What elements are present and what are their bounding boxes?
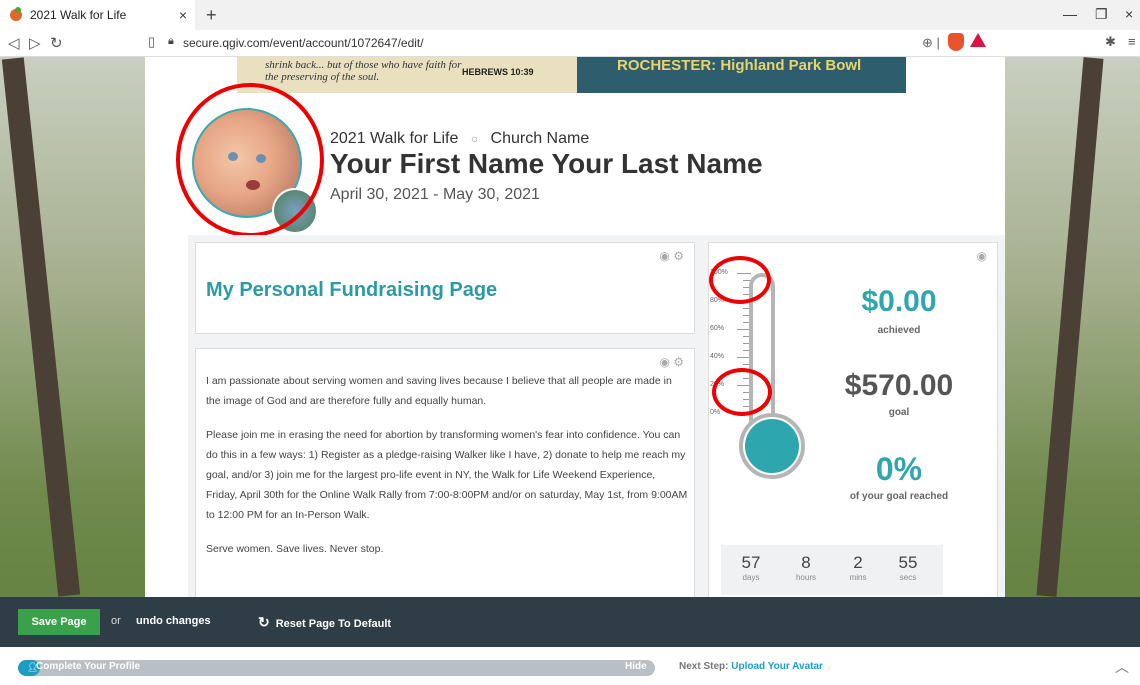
event-name: 2021 Walk for Life (330, 130, 459, 147)
thermometer-fill (745, 419, 799, 473)
percent-label: of your goal reached (849, 491, 949, 502)
goal-label: goal (888, 407, 910, 418)
church-name: Church Name (490, 130, 590, 147)
separator-icon: ○ (470, 132, 479, 146)
reset-page-button[interactable]: ↻ Reset Page To Default (258, 614, 391, 631)
thermometer-tick-label: 60% (710, 325, 725, 332)
countdown-value: 57 (741, 553, 761, 572)
next-step-prefix: Next Step: (679, 661, 729, 672)
countdown: 57 days 8 hours 2 mins 55 secs (721, 545, 943, 595)
browser-tab-bar: 2021 Walk for Life × + — ❐ × (0, 0, 1140, 30)
countdown-secs: 55 secs (888, 553, 928, 582)
banner-verse-text: shrink back... but of those who have fai… (265, 59, 462, 83)
eye-icon[interactable]: ◉ (659, 355, 669, 369)
percent-reached: 0% (875, 451, 923, 487)
highlight-circle (176, 83, 324, 237)
banner-location-text: ROCHESTER: Highland Park Bowl (617, 57, 862, 74)
highlight-circle (709, 256, 771, 304)
story-paragraph: I am passionate about serving women and … (206, 375, 672, 407)
tab-title: 2021 Walk for Life (30, 8, 127, 22)
fundraising-page: shrink back... but of those who have fai… (145, 57, 1005, 685)
countdown-hours: 8 hours (786, 553, 826, 582)
countdown-value: 55 (898, 553, 918, 572)
complete-profile-label[interactable]: Complete Your Profile (36, 661, 140, 672)
content-area: ◉ ⚙ My Personal Fundraising Page ◉ ⚙ I a… (188, 235, 1005, 615)
chevron-up-icon[interactable]: ︿ (1115, 657, 1129, 677)
brave-icon[interactable] (948, 33, 964, 51)
banner-verse: shrink back... but of those who have fai… (237, 57, 577, 93)
reload-icon[interactable]: ↻ (50, 34, 63, 52)
back-icon[interactable]: ◁ (8, 34, 20, 52)
hide-button[interactable]: Hide (625, 661, 647, 672)
profile-progress-bar: 👤︎ Complete Your Profile Hide Next Step:… (0, 647, 1140, 685)
gear-icon[interactable]: ⚙ (673, 249, 684, 263)
story-paragraph: Serve women. Save lives. Never stop. (206, 543, 384, 555)
countdown-unit: secs (899, 573, 917, 582)
or-label: or (111, 615, 121, 627)
save-button[interactable]: Save Page (18, 609, 100, 635)
bat-icon[interactable] (970, 33, 986, 47)
countdown-unit: mins (849, 573, 867, 582)
title-card: ◉ ⚙ My Personal Fundraising Page (195, 242, 695, 334)
upload-avatar-link[interactable]: Upload Your Avatar (731, 661, 823, 672)
event-dates: April 30, 2021 - May 30, 2021 (330, 186, 540, 203)
eye-icon[interactable]: ◉ (977, 249, 987, 263)
extensions-icon[interactable]: ✱ (1105, 34, 1116, 50)
lock-icon: 🔒︎ (168, 35, 174, 47)
countdown-unit: days (742, 573, 760, 582)
browser-tab[interactable]: 2021 Walk for Life × (0, 0, 195, 30)
goal-amount: $570.00 (844, 369, 954, 402)
fundraising-heading: My Personal Fundraising Page (206, 279, 498, 301)
card-tools: ◉ ⚙ (659, 249, 684, 263)
next-step: Next Step: Upload Your Avatar (679, 661, 823, 672)
url-field[interactable]: secure.qgiv.com/event/account/1072647/ed… (183, 36, 424, 50)
countdown-value: 2 (853, 553, 863, 572)
goal-card: ◉ 100% 80% 60% 40% 20% 0% $0.00 achieved $570… (708, 242, 998, 615)
thermometer-tick-label: 0% (710, 409, 721, 416)
forward-icon[interactable]: ▷ (29, 34, 41, 52)
countdown-mins: 2 mins (838, 553, 878, 582)
background-tree (1036, 57, 1104, 597)
reset-label: Reset Page To Default (275, 618, 392, 630)
menu-icon[interactable]: ≡ (1128, 34, 1136, 49)
achieved-label: achieved (877, 325, 921, 336)
background-tree (1, 57, 81, 597)
edit-toolbar: Save Page or undo changes ↻ Reset Page To… (0, 597, 1140, 647)
countdown-days: 57 days (731, 553, 771, 582)
undo-changes-link[interactable]: undo changes (136, 615, 211, 627)
restore-icon[interactable]: ❐ (1095, 6, 1108, 23)
countdown-unit: hours (795, 573, 816, 582)
plus-icon[interactable]: + (206, 5, 217, 26)
banner-verse-reference: HEBREWS 10:39 (462, 67, 534, 77)
gear-icon[interactable]: ⚙ (673, 355, 684, 369)
close-icon[interactable]: × (179, 7, 187, 23)
card-tools: ◉ ⚙ (659, 355, 684, 369)
page-title: Your First Name Your Last Name (330, 148, 763, 179)
reset-icon: ↻ (258, 614, 270, 630)
eye-icon[interactable]: ◉ (659, 249, 669, 263)
event-line: 2021 Walk for Life ○ Church Name (330, 130, 589, 148)
story-card: ◉ ⚙ I am passionate about serving women … (195, 348, 695, 608)
address-bar: ◁ ▷ ↻ ▯ 🔒︎ secure.qgiv.com/event/account… (0, 30, 1140, 57)
achieved-amount: $0.00 (861, 285, 937, 318)
banner-location: ROCHESTER: Highland Park Bowl (577, 57, 906, 93)
zoom-icon[interactable]: ⊕ | (922, 35, 940, 51)
bookmark-icon[interactable]: ▯ (148, 34, 155, 50)
window-close-icon[interactable]: × (1125, 6, 1133, 22)
countdown-value: 8 (801, 553, 811, 572)
highlight-circle (712, 368, 772, 416)
minimize-icon[interactable]: — (1063, 6, 1077, 22)
story-paragraph: Please join me in erasing the need for a… (206, 429, 688, 521)
page-viewport: shrink back... but of those who have fai… (0, 57, 1140, 685)
favicon-icon (10, 7, 22, 21)
thermometer-tick-label: 40% (710, 353, 725, 360)
